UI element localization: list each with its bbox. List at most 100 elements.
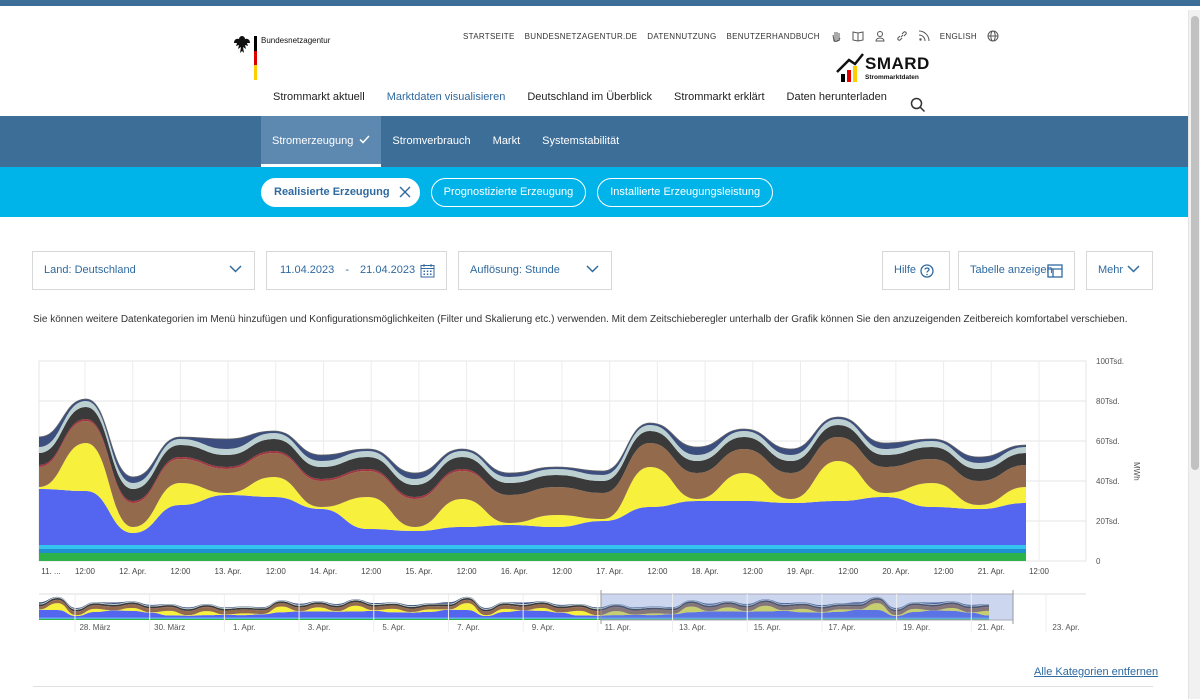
rss-icon[interactable] <box>918 30 930 42</box>
resolution-select-value: Auflösung: Stunde <box>470 264 560 276</box>
x-tick-label: 12:00 <box>1029 567 1050 576</box>
navigator-tick-label: 28. März <box>79 623 110 632</box>
date-to[interactable]: 21.04.2023 <box>360 264 415 276</box>
utility-link-startseite[interactable]: STARTSEITE <box>463 32 515 41</box>
x-tick-label: 20. Apr. <box>882 567 909 576</box>
close-icon[interactable] <box>399 186 411 198</box>
navigator-tick-label: 23. Apr. <box>1052 623 1079 632</box>
chart-controls: Land: Deutschland 11.04.2023 - 21.04.202… <box>0 251 1200 291</box>
sub-nav: Stromerzeugung Stromverbrauch Markt Syst… <box>0 116 1200 167</box>
question-circle-icon <box>920 264 934 278</box>
sign-language-icon[interactable] <box>830 30 842 42</box>
sub-nav-stromverbrauch[interactable]: Stromverbrauch <box>381 116 481 167</box>
smard-bars-icon <box>836 53 864 82</box>
date-from[interactable]: 11.04.2023 <box>280 264 334 276</box>
main-nav-marktdaten-visualisieren[interactable]: Marktdaten visualisieren <box>375 86 517 124</box>
navigator-tick-label: 7. Apr. <box>457 623 480 632</box>
easy-language-icon[interactable] <box>852 30 864 42</box>
x-tick-label: 12:00 <box>75 567 96 576</box>
main-nav-strommarkt-aktuell[interactable]: Strommarkt aktuell <box>262 86 376 116</box>
x-tick-label: 14. Apr. <box>310 567 337 576</box>
y-tick-label: 20Tsd. <box>1096 517 1120 526</box>
x-tick-label: 17. Apr. <box>596 567 623 576</box>
y-unit-label: MWh <box>1132 462 1141 481</box>
navigator-range-selector[interactable] <box>600 593 1014 621</box>
chevron-down-icon <box>229 265 242 273</box>
date-range-picker[interactable]: 11.04.2023 - 21.04.2023 <box>266 251 447 290</box>
more-menu-label: Mehr <box>1098 264 1124 276</box>
x-tick-label: 12:00 <box>170 567 191 576</box>
chip-prognostizierte-erzeugung[interactable]: Prognostizierte Erzeugung <box>430 178 587 207</box>
utility-link-benutzerhandbuch[interactable]: BENUTZERHANDBUCH <box>727 32 820 41</box>
chip-installierte-erzeugungsleistung[interactable]: Installierte Erzeugungsleistung <box>597 178 774 207</box>
y-tick-label: 40Tsd. <box>1096 477 1120 486</box>
date-separator: - <box>345 264 349 276</box>
navigator-tick-label: 1. Apr. <box>233 623 256 632</box>
page-scrollbar[interactable] <box>1188 10 1200 699</box>
country-select-value: Land: Deutschland <box>44 264 136 276</box>
chip-realisierte-erzeugung-label: Realisierte Erzeugung <box>274 186 390 198</box>
search-icon[interactable] <box>910 97 926 113</box>
x-tick-label: 12. Apr. <box>119 567 146 576</box>
filter-chip-bar: Realisierte Erzeugung Prognostizierte Er… <box>0 167 1200 217</box>
table-toggle-label: Tabelle anzeigen <box>970 264 1053 276</box>
table-toggle-button[interactable]: Tabelle anzeigen <box>958 251 1075 290</box>
bundesnetzagentur-logo[interactable]: Bundesnetzagentur <box>232 34 352 84</box>
chart-container: 100Tsd. 80Tsd. 60Tsd. 40Tsd. 20Tsd. 0 MWh 11. .… <box>0 350 1200 640</box>
remove-all-categories-link[interactable]: Alle Kategorien entfernen <box>1034 666 1158 678</box>
sub-nav-stromerzeugung[interactable]: Stromerzeugung <box>261 116 382 167</box>
x-tick-label: 19. Apr. <box>787 567 814 576</box>
more-menu-button[interactable]: Mehr <box>1086 251 1153 290</box>
navigator-tick-label: 15. Apr. <box>754 623 781 632</box>
x-tick-label: 12:00 <box>361 567 382 576</box>
main-nav-deutschland-ueberblick[interactable]: Deutschland im Überblick <box>516 86 663 116</box>
sub-nav-stromerzeugung-label: Stromerzeugung <box>272 135 354 147</box>
sub-nav-markt[interactable]: Markt <box>482 116 532 167</box>
navigator-tick-label: 17. Apr. <box>828 623 855 632</box>
utility-link-datennutzung[interactable]: DATENNUTZUNG <box>647 32 716 41</box>
main-nav-daten-herunterladen[interactable]: Daten herunterladen <box>776 86 898 116</box>
chevron-down-icon <box>586 265 599 273</box>
resolution-select[interactable]: Auflösung: Stunde <box>458 251 612 290</box>
navigator-tick-label: 9. Apr. <box>532 623 555 632</box>
series-area-1[interactable] <box>39 549 1026 553</box>
navigator-tick-label: 30. März <box>154 623 185 632</box>
x-tick-label: 16. Apr. <box>501 567 528 576</box>
table-icon <box>1047 264 1063 278</box>
x-tick-label: 15. Apr. <box>405 567 432 576</box>
top-accent-bar <box>0 0 1200 8</box>
help-button[interactable]: Hilfe <box>882 251 950 290</box>
series-area-2[interactable] <box>39 545 1026 549</box>
x-tick-label: 12:00 <box>647 567 668 576</box>
brand-name: SMARD <box>865 54 930 73</box>
navigator-tick-label: 19. Apr. <box>903 623 930 632</box>
navigator-tick-label: 3. Apr. <box>308 623 331 632</box>
sub-nav-systemstabilitaet[interactable]: Systemstabilität <box>531 116 630 167</box>
chip-realisierte-erzeugung[interactable]: Realisierte Erzeugung <box>261 178 420 207</box>
x-tick-label: 11. ... <box>41 567 60 576</box>
navigator-tick-label: 13. Apr. <box>679 623 706 632</box>
language-switch[interactable]: ENGLISH <box>940 32 977 41</box>
series-area-0[interactable] <box>39 553 1026 561</box>
y-tick-label: 100Tsd. <box>1096 357 1124 366</box>
x-tick-label: 13. Apr. <box>215 567 242 576</box>
generation-chart[interactable]: 100Tsd. 80Tsd. 60Tsd. 40Tsd. 20Tsd. 0 MWh 11. .… <box>0 350 1200 640</box>
main-nav-strommarkt-erklaert[interactable]: Strommarkt erklärt <box>663 86 775 116</box>
german-flag-stripe <box>254 36 257 80</box>
x-tick-label: 12:00 <box>743 567 764 576</box>
utility-link-bundesnetzagentur[interactable]: BUNDESNETZAGENTUR.DE <box>525 32 638 41</box>
main-nav: Strommarkt aktuell Marktdaten visualisie… <box>262 86 898 124</box>
calendar-icon[interactable] <box>420 263 435 278</box>
x-tick-label: 12:00 <box>552 567 573 576</box>
x-tick-label: 18. Apr. <box>692 567 719 576</box>
share-link-icon[interactable] <box>896 30 908 42</box>
globe-icon[interactable] <box>987 30 999 42</box>
x-tick-label: 12:00 <box>838 567 859 576</box>
user-icon[interactable] <box>874 30 886 42</box>
scrollbar-thumb[interactable] <box>1191 16 1199 470</box>
country-select[interactable]: Land: Deutschland <box>32 251 255 290</box>
smard-logo[interactable]: SMARD Strommarktdaten <box>835 50 930 84</box>
y-tick-label: 80Tsd. <box>1096 397 1120 406</box>
brand-subtitle: Strommarktdaten <box>865 74 919 81</box>
x-tick-label: 12:00 <box>457 567 478 576</box>
